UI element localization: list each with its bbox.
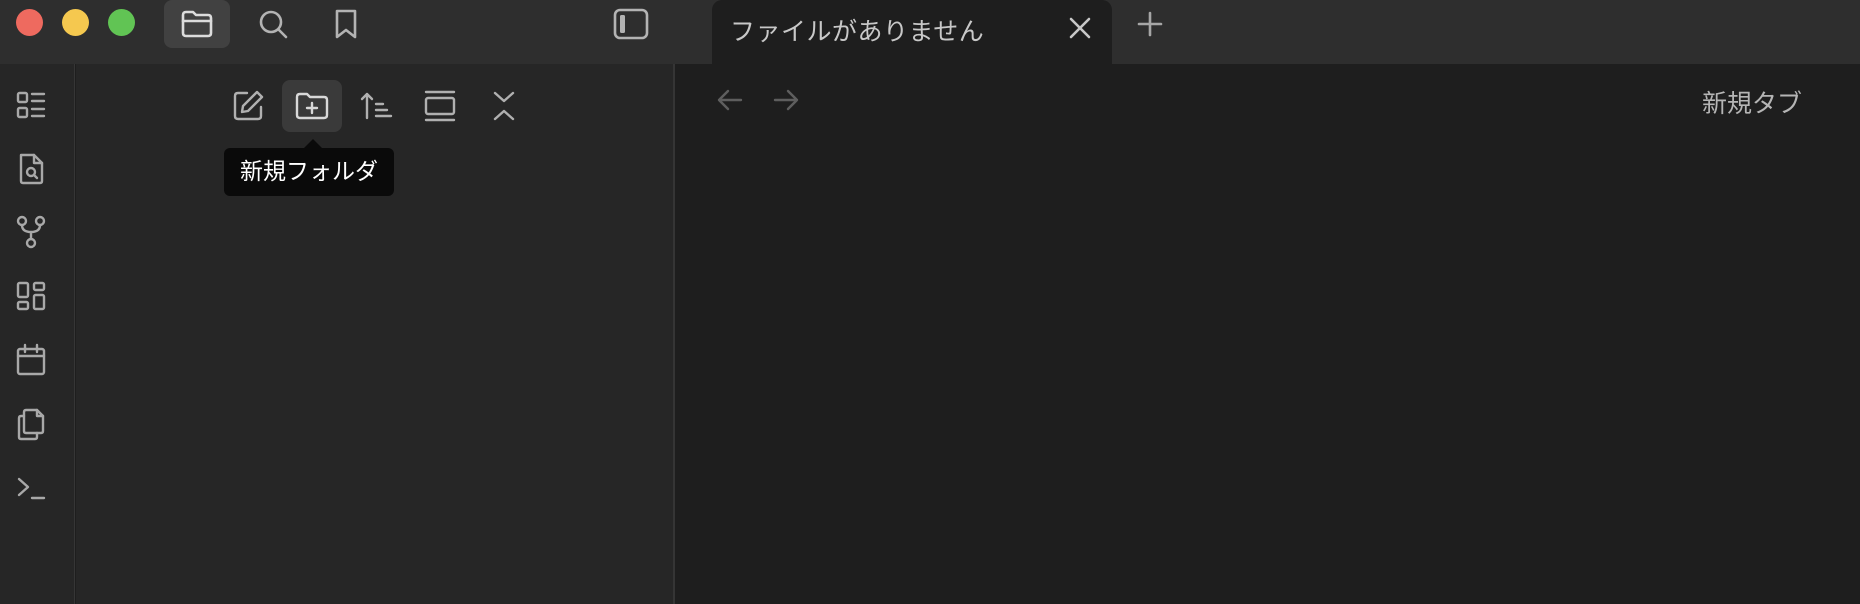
arrow-right-icon [773,89,799,111]
outline-icon [16,91,46,119]
toggle-sidebar-button[interactable] [598,0,664,48]
search-icon [259,10,288,39]
calendar-icon [16,343,46,376]
search-tab-button[interactable] [240,0,306,48]
new-folder-icon [295,92,329,120]
tooltip: 新規フォルダ [224,139,394,196]
collapse-all-button[interactable] [474,80,534,132]
files-tab-button[interactable] [164,0,230,48]
sidebar-toggle-icon [613,8,649,40]
copy-icon [17,408,45,441]
terminal-icon [17,477,46,500]
close-window-button[interactable] [16,9,43,36]
ribbon-file-search-button[interactable] [14,152,48,186]
ribbon-terminal-button[interactable] [14,471,48,505]
minimize-window-button[interactable] [62,9,89,36]
bookmarks-tab-button[interactable] [313,0,379,48]
new-note-icon [233,90,264,121]
canvas-icon [16,281,46,311]
ribbon-copy-button[interactable] [14,407,48,441]
auto-reveal-button[interactable] [410,80,470,132]
new-folder-button[interactable] [282,80,342,132]
file-search-icon [19,153,44,185]
arrow-left-icon [717,89,743,111]
navigate-back-button[interactable] [712,82,748,118]
folder-icon [181,10,213,38]
new-tab-button[interactable] [1134,8,1166,40]
title-bar: ファイルがありません [0,0,1860,64]
sort-button[interactable] [346,80,406,132]
ribbon-calendar-button[interactable] [14,343,48,377]
ribbon-canvas-button[interactable] [14,279,48,313]
view-title: 新規タブ [1701,89,1802,118]
file-explorer-pane: 新規フォルダ [76,64,675,604]
close-tab-button[interactable] [1066,14,1094,42]
graph-icon [16,215,46,249]
app-window: ファイルがありません 新規フォルダ 新規タブ [0,0,1860,604]
reveal-icon [424,90,456,122]
ribbon [0,64,75,604]
ribbon-graph-button[interactable] [14,215,48,249]
close-icon [1069,17,1091,39]
plus-icon [1137,11,1163,37]
ribbon-outline-button[interactable] [14,88,48,122]
tab-title: ファイルがありません [730,17,985,46]
sort-icon [360,92,393,120]
collapse-all-icon [493,91,515,121]
navigate-forward-button[interactable] [768,82,804,118]
zoom-window-button[interactable] [108,9,135,36]
editor-area: 新規タブ [677,64,1860,604]
bookmark-icon [335,9,357,39]
active-tab[interactable]: ファイルがありません [712,0,1112,64]
new-note-button[interactable] [218,80,278,132]
